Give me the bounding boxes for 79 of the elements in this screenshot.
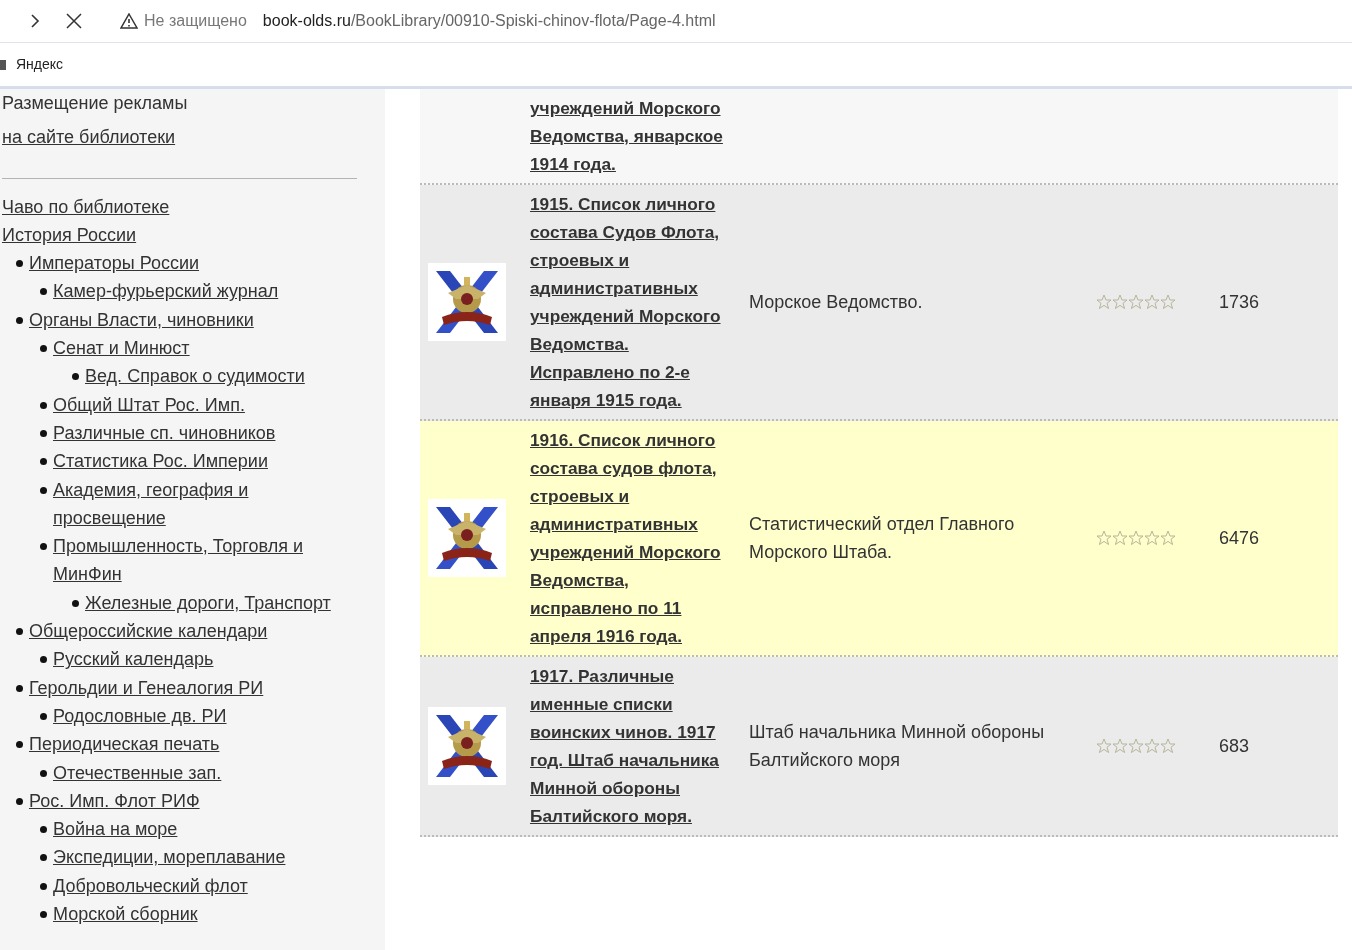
bullet-icon (40, 543, 47, 551)
menu-link[interactable]: Статистика Рос. Империи (53, 447, 268, 476)
bullet-icon (40, 458, 47, 466)
bullet-icon (40, 401, 47, 409)
menu-link[interactable]: Добровольческий флот (53, 871, 248, 900)
book-title-link[interactable]: 1917. Различные именные списки воинских чинов. 1917 год. Штаб начальника Минной обороны Балтийского моря. (530, 662, 733, 830)
menu-link[interactable]: Рос. Имп. Флот РИФ (29, 786, 200, 816)
book-title-link[interactable]: учреждений Морского Ведомства, январское 1914 года. (530, 94, 733, 178)
view-count: 1736 (1219, 290, 1260, 314)
star-icon[interactable] (1160, 738, 1176, 754)
bullet-icon (40, 826, 47, 834)
star-icon[interactable] (1128, 530, 1144, 546)
star-icon[interactable] (1144, 530, 1160, 546)
menu-link[interactable]: Чаво по библиотеке (2, 192, 170, 221)
star-icon[interactable] (1144, 294, 1160, 310)
view-count: 683 (1219, 734, 1250, 758)
star-icon[interactable] (1096, 294, 1112, 310)
menu-link[interactable]: Сенат и Минюст (53, 334, 190, 363)
ad-text: Размещение рекламы (1, 92, 189, 115)
ad-link[interactable]: на сайте библиотеки (2, 127, 176, 148)
menu-link[interactable]: Камер-фурьерский журнал (53, 277, 279, 306)
bullet-icon (16, 316, 23, 324)
menu-link[interactable]: Академия, география и просвещение (53, 475, 345, 533)
menu-link[interactable]: Русский календарь (53, 645, 214, 674)
bullet-icon (16, 741, 23, 749)
bullet-icon (40, 769, 47, 777)
bullet-icon (40, 911, 47, 918)
star-icon[interactable] (1096, 738, 1112, 754)
menu-link[interactable]: Общий Штат Рос. Имп. (53, 390, 245, 419)
bullet-icon (40, 882, 47, 890)
menu-link[interactable]: Органы Власти, чиновники (29, 305, 254, 335)
bullet-icon (40, 656, 47, 664)
address-field[interactable]: book-olds.ru/BookLibrary/00910-Spiski-chinov-flota/Page-4.html (262, 9, 716, 33)
publisher-text: Статистический отдел Главного Морского Штаба. (749, 513, 1016, 564)
star-icon[interactable] (1128, 294, 1144, 310)
menu-link[interactable]: Экспедиции, мореплавание (53, 843, 286, 872)
book-title-link[interactable]: 1915. Список личного состава Судов Флота, строевых и административных учреждений Морского Ведомства. Исправлено по 2-е января 1915 года. (530, 190, 733, 414)
menu-link[interactable]: История России (2, 220, 137, 250)
bullet-icon (72, 599, 79, 607)
publisher-text: Штаб начальника Минной обороны Балтийского моря (749, 721, 1046, 772)
security-label[interactable]: Не защищено (144, 9, 247, 33)
menu-link[interactable]: Герольдии и Генеалогия РИ (29, 673, 264, 702)
menu-link[interactable]: Общероссийские календари (29, 617, 268, 646)
bullet-icon (40, 288, 47, 296)
menu-link[interactable]: Периодическая печать (29, 730, 220, 759)
menu-link[interactable]: Вед. Справок о судимости (85, 362, 305, 391)
bookmark-link[interactable]: Яндекс (16, 54, 64, 75)
star-icon[interactable] (1112, 530, 1128, 546)
star-icon[interactable] (1112, 738, 1128, 754)
menu-link[interactable]: Морской сборник (53, 900, 198, 929)
bullet-icon (40, 486, 47, 494)
bullet-icon (72, 373, 79, 381)
bullet-icon (40, 345, 47, 353)
star-icon[interactable] (1160, 294, 1176, 310)
menu-link[interactable]: Императоры России (29, 249, 200, 278)
star-icon[interactable] (1112, 294, 1128, 310)
menu-link[interactable]: Различные сп. чиновников (53, 418, 276, 448)
menu-link[interactable]: Железные дороги, Транспорт (85, 588, 331, 618)
menu-link[interactable]: Родословные дв. РИ (53, 701, 227, 731)
forward-icon[interactable] (30, 14, 40, 28)
close-icon[interactable] (66, 13, 82, 29)
menu-link[interactable]: Война на море (53, 815, 178, 844)
publisher-text: Морское Ведомство. (749, 291, 924, 314)
bullet-icon (40, 712, 47, 720)
bullet-icon (16, 684, 23, 692)
menu-link[interactable]: Отечественные зап. (53, 758, 222, 787)
view-count: 6476 (1219, 526, 1260, 550)
star-icon[interactable] (1096, 530, 1112, 546)
bullet-icon (40, 854, 47, 862)
menu-link[interactable]: Промышленность, Торговля и МинФин (53, 532, 345, 589)
bullet-icon (16, 797, 23, 805)
warning-icon (120, 13, 138, 29)
bullet-icon (16, 260, 23, 268)
star-icon[interactable] (1160, 530, 1176, 546)
star-icon[interactable] (1144, 738, 1160, 754)
bullet-icon (16, 628, 23, 636)
star-icon[interactable] (1128, 738, 1144, 754)
book-title-link[interactable]: 1916. Список личного состава судов флота, строевых и административных учреждений Морского Ведомства, исправлено по 11 апреля 1916 года. (530, 426, 733, 650)
bullet-icon (40, 429, 47, 437)
